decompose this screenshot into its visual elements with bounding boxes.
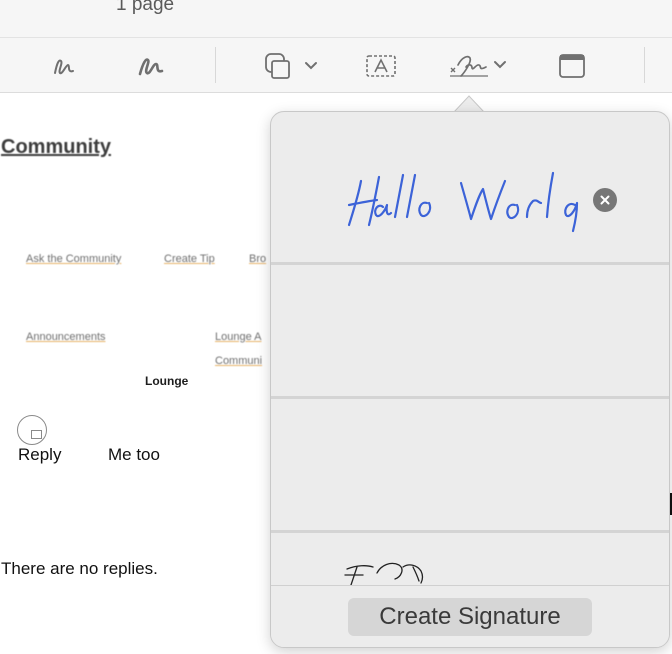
no-replies-text: There are no replies. [1, 559, 158, 578]
link-announcements[interactable]: Announcements [26, 331, 106, 343]
toolbar-separator [644, 47, 645, 83]
signature-hallo-world [347, 171, 579, 233]
sketch-icon [54, 59, 74, 75]
text-box-icon [366, 55, 396, 77]
text-box-tool-button[interactable] [363, 50, 399, 82]
markup-toolbar [0, 38, 672, 93]
signature-popover: Create Signature [270, 111, 670, 648]
toolbar-separator [215, 47, 216, 83]
sign-icon [450, 55, 506, 77]
link-community[interactable]: Communi [215, 355, 262, 367]
page-title: Community [1, 136, 111, 158]
sign-tool-button[interactable] [446, 50, 510, 82]
shapes-icon [265, 53, 317, 79]
link-ask-the-community[interactable]: Ask the Community [26, 253, 121, 265]
page-display-button[interactable] [555, 50, 589, 82]
create-signature-button[interactable]: Create Signature [348, 598, 592, 636]
draw-icon [138, 58, 164, 76]
avatar [17, 415, 47, 445]
lounge-label: Lounge [145, 374, 189, 388]
close-icon [600, 195, 610, 205]
sketch-tool-button[interactable] [46, 50, 82, 82]
popover-footer: Create Signature [271, 585, 669, 647]
signature-item[interactable] [271, 399, 669, 533]
link-browse[interactable]: Bro [249, 253, 266, 265]
signature-item[interactable] [271, 112, 669, 265]
page-count: 1 page [116, 0, 175, 15]
window-icon [559, 54, 585, 78]
draw-tool-button[interactable] [133, 50, 169, 82]
remove-signature-button[interactable] [593, 188, 617, 212]
signature-partial [344, 562, 424, 585]
reply-link[interactable]: Reply [18, 445, 61, 465]
signature-item[interactable] [271, 265, 669, 399]
signature-item[interactable] [271, 533, 669, 585]
me-too-link[interactable]: Me too [108, 445, 160, 465]
shapes-tool-button[interactable] [262, 50, 322, 82]
link-create-tip[interactable]: Create Tip [164, 253, 215, 265]
window-titlebar: 1 page [0, 0, 672, 38]
link-lounge[interactable]: Lounge A [215, 331, 262, 343]
popover-pointer [454, 95, 484, 112]
